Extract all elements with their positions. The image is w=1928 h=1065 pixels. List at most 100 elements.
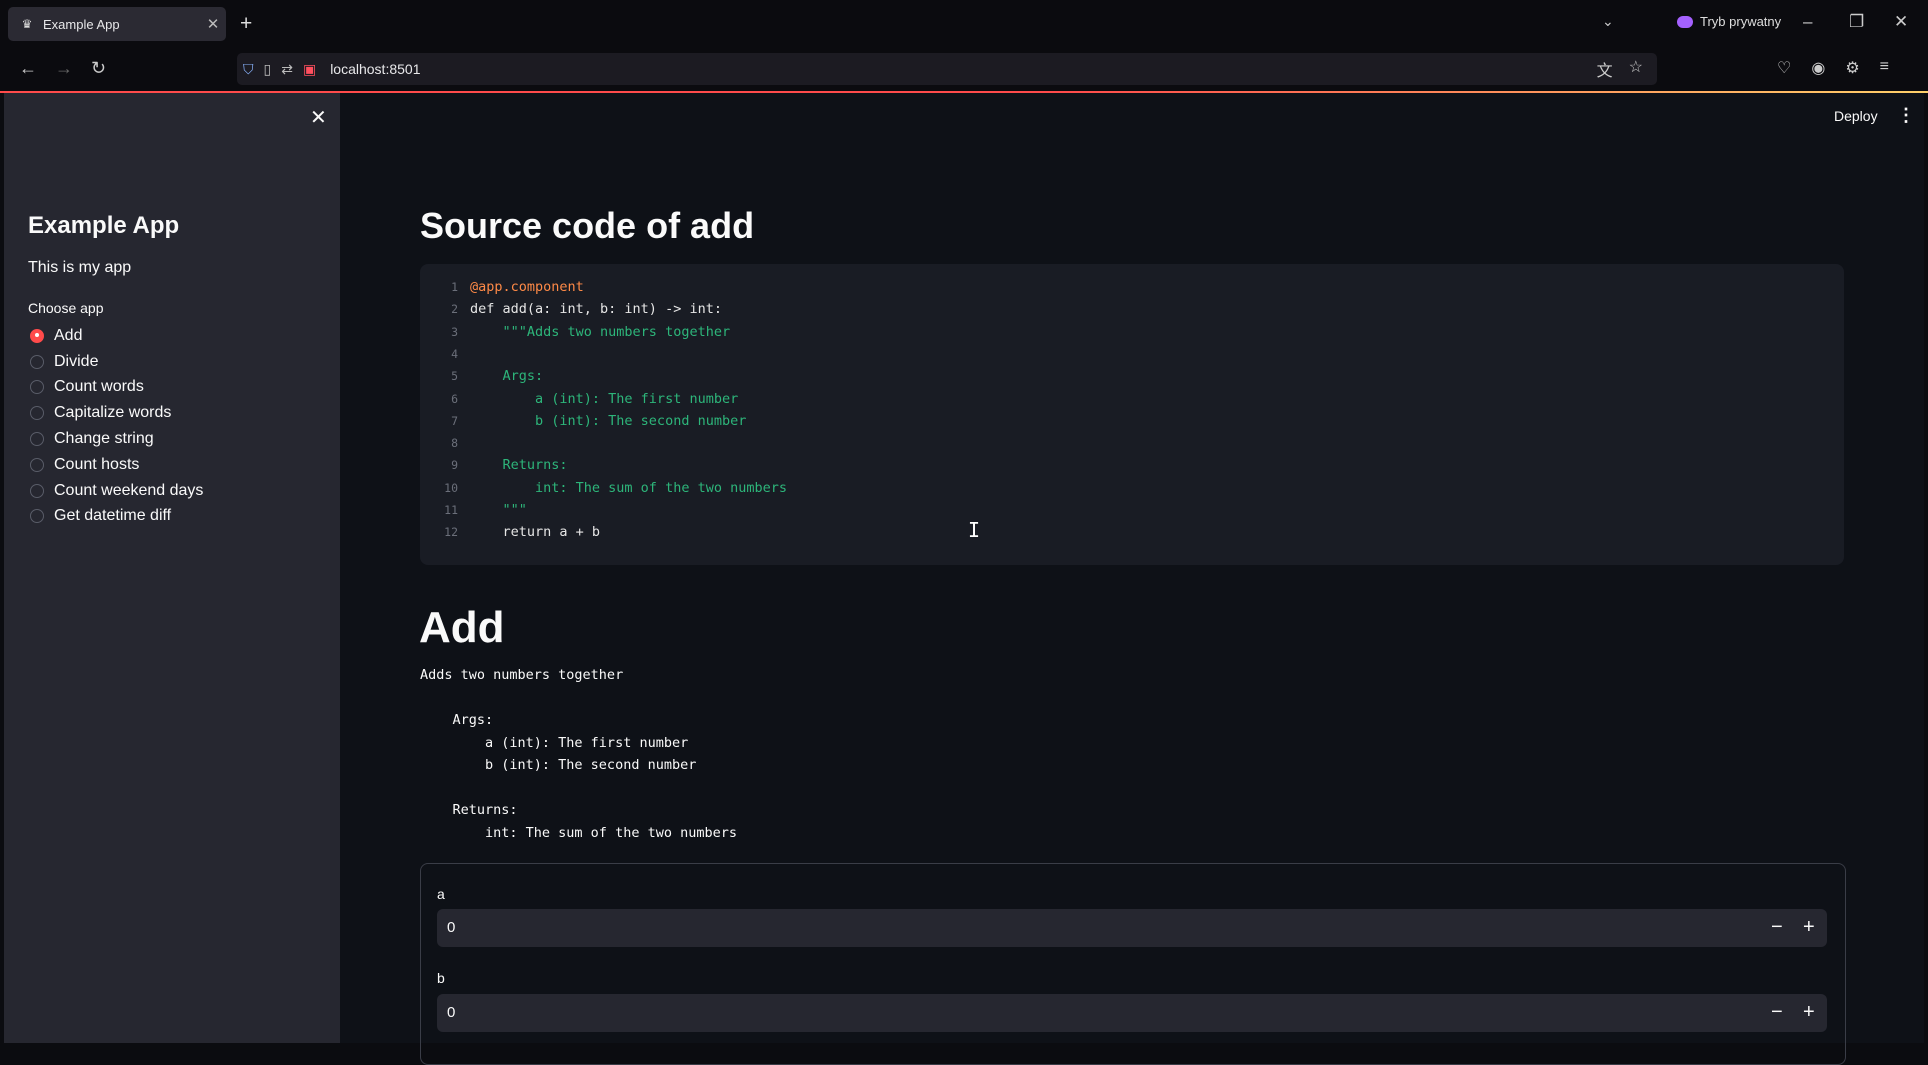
private-label: Tryb prywatny — [1700, 14, 1782, 29]
pocket-icon[interactable]: ♡ — [1777, 58, 1791, 78]
new-tab-button[interactable]: + — [240, 12, 252, 36]
sidebar-close-icon[interactable]: ✕ — [310, 105, 327, 130]
radio-label[interactable]: Capitalize words — [54, 404, 171, 422]
code-line: 4 — [420, 343, 470, 365]
bookmark-star-icon[interactable]: ☆ — [1629, 57, 1643, 81]
line-number: 12 — [444, 525, 458, 540]
radio-label[interactable]: Add — [54, 327, 82, 345]
number-input-a[interactable]: 0 − + — [437, 909, 1827, 947]
input-label-b: b — [437, 970, 445, 986]
restore-icon[interactable]: ❐ — [1849, 12, 1864, 32]
number-input-value[interactable]: 0 — [447, 1004, 455, 1021]
radio-option-change-string[interactable]: Change string — [28, 426, 203, 452]
permissions-icon[interactable]: ⇄ — [281, 61, 293, 78]
minimize-icon[interactable]: – — [1803, 12, 1812, 32]
radio-label[interactable]: Count words — [54, 378, 144, 396]
blocked-content-icon[interactable]: ▣ — [303, 61, 316, 78]
extensions-icon[interactable]: ⚙ — [1845, 58, 1859, 78]
radio-option-capitalize-words[interactable]: Capitalize words — [28, 400, 203, 426]
radio-unchecked-icon[interactable] — [30, 457, 44, 472]
reload-icon[interactable]: ↻ — [91, 58, 106, 79]
back-icon[interactable]: ← — [19, 58, 37, 79]
account-icon[interactable]: ◉ — [1811, 58, 1825, 78]
private-mask-icon — [1677, 15, 1693, 28]
code-line: 7 b (int): The second number — [420, 410, 746, 432]
code-line: 2 def add(a: int, b: int) -> int: — [420, 298, 722, 320]
code-text: a (int): The first number — [470, 390, 739, 407]
docstring-text: Adds two numbers together Args: a (int):… — [420, 667, 737, 841]
radio-label[interactable]: Divide — [54, 353, 98, 371]
code-text: def add(a: int, b: int) -> int: — [470, 301, 722, 318]
code-text: b (int): The second number — [470, 412, 747, 429]
code-block: 1 @app.component 2 def add(a: int, b: in… — [420, 264, 1844, 565]
translate-icon[interactable]: 文 — [1597, 57, 1613, 81]
code-line: 1 @app.component — [420, 276, 584, 298]
code-line: 5 Args: — [420, 365, 543, 387]
radio-unchecked-icon[interactable] — [30, 509, 44, 524]
radio-option-count-weekend-days[interactable]: Count weekend days — [28, 478, 203, 504]
tracking-shield-icon[interactable]: ⛉ — [243, 61, 254, 78]
radio-label[interactable]: Get datetime diff — [54, 507, 171, 525]
radio-checked-icon[interactable] — [30, 328, 44, 343]
sidebar: ✕ Example App This is my app Choose app … — [4, 93, 340, 1043]
line-number: 11 — [444, 503, 458, 517]
code-line: 3 """Adds two numbers together — [420, 321, 730, 343]
code-line: 8 — [420, 432, 470, 454]
radio-option-count-hosts[interactable]: Count hosts — [28, 452, 203, 478]
browser-nav-bar: ← → ↻ ⛉ ▯ ⇄ ▣ localhost:8501 文 ☆ ♡ ◉ ⚙ ≡ — [0, 46, 1928, 92]
menu-icon[interactable]: ≡ — [1880, 58, 1889, 78]
code-text: Args: — [470, 368, 544, 385]
input-form: a 0 − + b 0 − + — [420, 863, 1846, 1065]
radio-label[interactable]: Change string — [54, 430, 154, 448]
input-label-a: a — [437, 886, 445, 902]
code-text: """ — [470, 502, 527, 518]
browser-tab[interactable]: ♛ Example App ✕ — [8, 7, 226, 41]
choose-app-radio-group: Add Divide Count words Capitalize words … — [28, 323, 203, 529]
code-line: 9 Returns: — [420, 454, 567, 476]
line-number: 4 — [451, 346, 458, 361]
forward-icon[interactable]: → — [55, 58, 73, 79]
main-menu-icon[interactable]: ⋮ — [1897, 105, 1915, 126]
line-number: 2 — [451, 302, 458, 317]
increment-icon[interactable]: + — [1803, 916, 1815, 939]
page-info-icon[interactable]: ▯ — [264, 61, 272, 78]
radio-option-get-datetime-diff[interactable]: Get datetime diff — [28, 504, 203, 530]
radio-option-add[interactable]: Add — [28, 323, 203, 349]
radio-option-divide[interactable]: Divide — [28, 349, 203, 375]
radio-unchecked-icon[interactable] — [30, 483, 44, 498]
address-bar[interactable]: ⛉ ▯ ⇄ ▣ localhost:8501 文 ☆ — [237, 53, 1657, 85]
radio-label[interactable]: Count weekend days — [54, 482, 203, 500]
line-number: 5 — [451, 369, 458, 384]
radio-option-count-words[interactable]: Count words — [28, 375, 203, 401]
tab-title: Example App — [43, 16, 120, 32]
window-close-icon[interactable]: ✕ — [1894, 12, 1908, 32]
deploy-button[interactable]: Deploy — [1834, 108, 1878, 124]
sidebar-title: Example App — [28, 212, 180, 239]
radio-label[interactable]: Count hosts — [54, 456, 139, 474]
source-code-heading: Source code of add — [420, 205, 755, 246]
radio-group-label: Choose app — [28, 300, 104, 316]
url-text[interactable]: localhost:8501 — [330, 61, 1596, 77]
number-input-b[interactable]: 0 − + — [437, 994, 1827, 1032]
code-text: """Adds two numbers together — [470, 323, 731, 340]
browser-tab-bar: ♛ Example App ✕ + ⌄ Tryb prywatny – ❐ ✕ — [0, 0, 1928, 46]
line-number: 6 — [451, 391, 458, 406]
radio-unchecked-icon[interactable] — [30, 354, 44, 369]
private-browsing-indicator: Tryb prywatny — [1677, 14, 1781, 29]
line-number: 1 — [451, 280, 458, 294]
text-cursor-icon: I — [968, 518, 981, 542]
line-number: 3 — [451, 324, 458, 339]
number-input-value[interactable]: 0 — [447, 919, 455, 936]
main-content: Deploy ⋮ Source code of add 1 @app.compo… — [340, 93, 1924, 1065]
decrement-icon[interactable]: − — [1771, 916, 1783, 939]
sidebar-caption: This is my app — [28, 259, 132, 276]
radio-unchecked-icon[interactable] — [30, 406, 44, 421]
radio-unchecked-icon[interactable] — [30, 432, 44, 447]
list-all-tabs-icon[interactable]: ⌄ — [1602, 13, 1614, 30]
streamlit-favicon-icon: ♛ — [21, 17, 33, 31]
tab-close-icon[interactable]: ✕ — [200, 15, 226, 33]
increment-icon[interactable]: + — [1803, 1001, 1815, 1024]
line-number: 8 — [451, 436, 458, 451]
radio-unchecked-icon[interactable] — [30, 380, 44, 395]
decrement-icon[interactable]: − — [1771, 1001, 1783, 1024]
